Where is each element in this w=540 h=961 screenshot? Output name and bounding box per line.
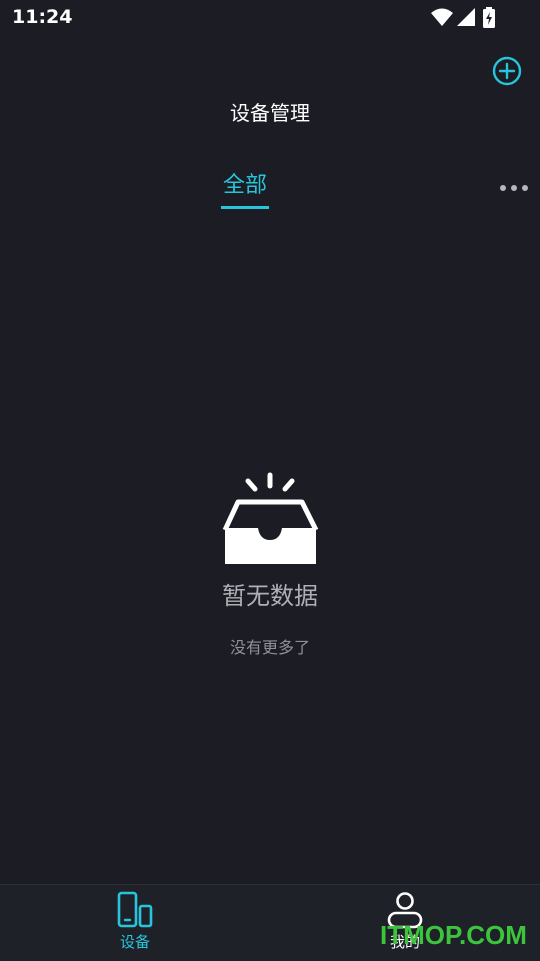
tab-all-label: 全部 xyxy=(222,173,267,198)
wifi-icon xyxy=(431,8,453,26)
devices-icon xyxy=(117,891,153,928)
plus-circle-icon xyxy=(492,56,522,86)
more-horizontal-icon xyxy=(500,185,528,191)
nav-item-devices[interactable]: 设备 xyxy=(85,891,185,955)
page-title: 设备管理 xyxy=(230,101,310,125)
add-device-button[interactable] xyxy=(492,56,522,86)
empty-state-subtitle: 没有更多了 xyxy=(229,638,310,657)
empty-state-title: 暂无数据 xyxy=(222,582,318,610)
nav-label-devices: 设备 xyxy=(119,933,150,951)
empty-inbox-icon xyxy=(220,470,320,566)
more-button[interactable] xyxy=(496,178,532,198)
cellular-signal-icon xyxy=(457,8,475,26)
status-bar: 11:24 xyxy=(0,0,540,36)
battery-charging-icon xyxy=(483,7,495,28)
tab-active-indicator xyxy=(221,206,269,209)
status-time: 11:24 xyxy=(12,6,73,28)
watermark: ITMOP.COM xyxy=(380,920,527,950)
tab-all[interactable]: 全部 xyxy=(219,170,271,209)
